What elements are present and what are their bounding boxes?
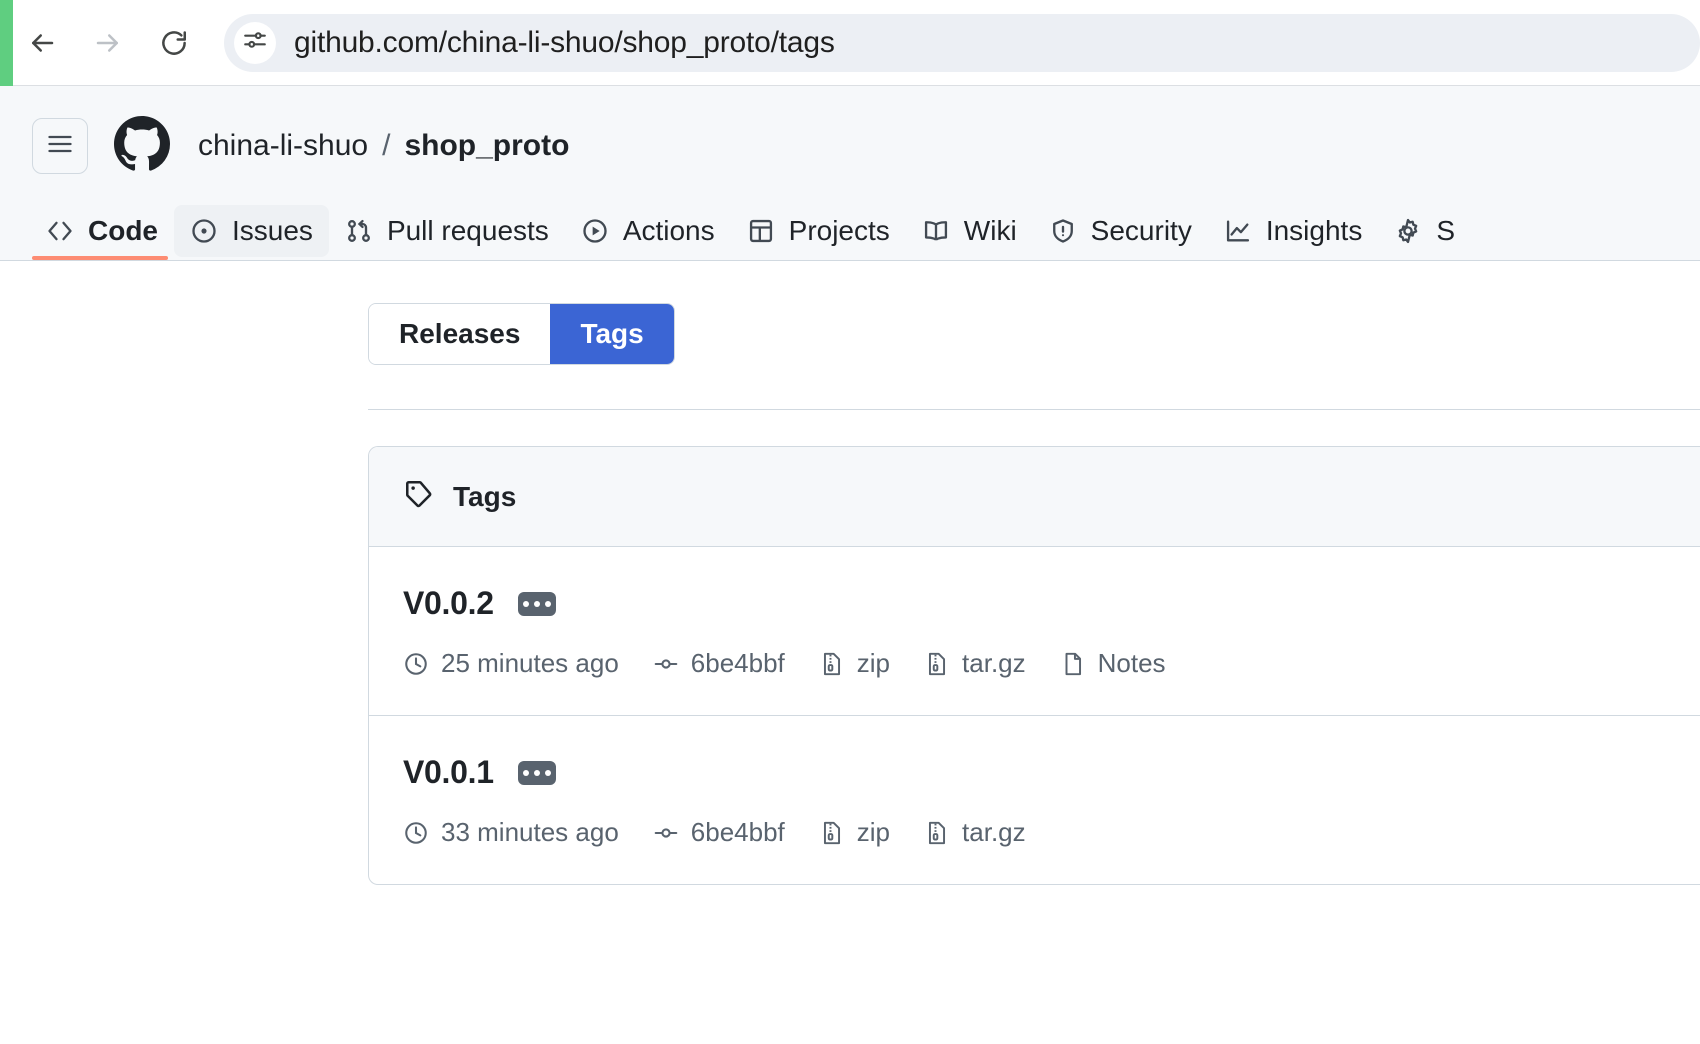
repository-title-row: china-li-shuo / shop_proto: [0, 114, 1700, 178]
repository-header: china-li-shuo / shop_proto Code Issues P…: [0, 86, 1700, 261]
url-text: github.com/china-li-shuo/shop_proto/tags: [294, 25, 835, 59]
tag-zip-label: zip: [856, 648, 891, 678]
tag-targz-download[interactable]: tar.gz: [924, 648, 1026, 679]
breadcrumb: china-li-shuo / shop_proto: [198, 129, 569, 163]
tags-panel-title: Tags: [453, 480, 517, 512]
tag-metadata: 33 minutes ago 6be4bbf zip tar.gz: [403, 817, 1666, 848]
tag-icon: [403, 478, 435, 515]
tag-title-line: V0.0.2: [403, 585, 1666, 622]
file-zip-icon: [819, 651, 845, 677]
github-page: china-li-shuo / shop_proto Code Issues P…: [0, 86, 1700, 885]
site-info-button[interactable]: [234, 21, 276, 64]
forward-button[interactable]: [82, 17, 134, 69]
tag-name[interactable]: V0.0.2: [403, 585, 494, 622]
hamburger-menu-icon: [46, 130, 74, 163]
gear-icon: [1394, 217, 1422, 245]
table-icon: [747, 217, 775, 245]
file-zip-icon: [924, 820, 950, 846]
issue-opened-icon: [190, 217, 218, 245]
arrow-left-icon: [27, 28, 57, 58]
commit-icon: [653, 651, 679, 677]
tab-pull-requests-label: Pull requests: [386, 215, 549, 246]
tags-panel: Tags V0.0.2 25 minutes ago 6be4bbf zip t…: [368, 446, 1700, 885]
section-divider: [368, 409, 1700, 410]
tag-commit-label: 6be4bbf: [690, 648, 785, 678]
tab-insights-label: Insights: [1265, 215, 1363, 246]
tag-zip-download[interactable]: zip: [819, 817, 890, 848]
tab-code-label: Code: [88, 215, 158, 246]
repository-nav: Code Issues Pull requests Actions Projec…: [0, 202, 1700, 260]
tag-title-line: V0.0.1: [403, 754, 1666, 791]
tab-projects[interactable]: Projects: [731, 205, 906, 257]
breadcrumb-separator: /: [382, 129, 391, 162]
table-row: V0.0.2 25 minutes ago 6be4bbf zip tar.gz…: [369, 547, 1700, 716]
tab-issues[interactable]: Issues: [174, 205, 329, 257]
tag-commit[interactable]: 6be4bbf: [653, 648, 785, 679]
tags-panel-header: Tags: [369, 447, 1700, 547]
kebab-horizontal-icon[interactable]: [517, 591, 556, 616]
releases-tags-toggle: Releases Tags: [368, 303, 675, 365]
address-bar[interactable]: github.com/china-li-shuo/shop_proto/tags: [224, 13, 1700, 72]
github-mark-icon[interactable]: [114, 115, 170, 177]
back-button[interactable]: [16, 17, 68, 69]
tab-security-label: Security: [1090, 215, 1192, 246]
tag-timestamp-label: 33 minutes ago: [441, 817, 619, 847]
tag-zip-download[interactable]: zip: [819, 648, 890, 679]
tab-wiki[interactable]: Wiki: [906, 205, 1033, 257]
tag-targz-label: tar.gz: [962, 648, 1026, 678]
tab-insights[interactable]: Insights: [1208, 205, 1379, 257]
tab-wiki-label: Wiki: [963, 215, 1017, 246]
global-navigation-button[interactable]: [32, 118, 88, 174]
book-icon: [922, 217, 950, 245]
active-tab-indicator: [32, 256, 168, 260]
clock-icon: [403, 820, 429, 846]
browser-chrome: github.com/china-li-shuo/shop_proto/tags: [0, 0, 1700, 86]
tab-code[interactable]: Code: [30, 205, 174, 257]
kebab-horizontal-icon[interactable]: [517, 760, 556, 785]
shield-icon: [1049, 217, 1077, 245]
arrow-right-icon: [93, 28, 123, 58]
recording-accent-strip: [0, 0, 13, 86]
play-icon: [581, 217, 609, 245]
graph-icon: [1224, 217, 1252, 245]
site-settings-icon: [242, 27, 268, 58]
tag-timestamp: 33 minutes ago: [403, 817, 619, 848]
tag-commit-label: 6be4bbf: [690, 817, 785, 847]
tag-targz-label: tar.gz: [962, 817, 1026, 847]
tab-security[interactable]: Security: [1033, 205, 1208, 257]
tab-issues-label: Issues: [232, 215, 313, 246]
tab-settings-label: S: [1436, 215, 1456, 246]
nav-divider: [0, 260, 1700, 261]
breadcrumb-repo[interactable]: shop_proto: [404, 129, 569, 163]
tag-notes-label: Notes: [1097, 648, 1166, 678]
tags-toggle-button[interactable]: Tags: [550, 304, 674, 364]
tag-commit[interactable]: 6be4bbf: [653, 817, 785, 848]
main-content: Releases Tags Tags V0.0.2 25 minutes ago…: [0, 261, 1700, 885]
tag-name[interactable]: V0.0.1: [403, 754, 494, 791]
tag-notes-link[interactable]: Notes: [1060, 648, 1166, 679]
tab-actions-label: Actions: [622, 215, 715, 246]
table-row: V0.0.1 33 minutes ago 6be4bbf zip tar.gz: [369, 716, 1700, 884]
file-zip-icon: [819, 820, 845, 846]
code-icon: [46, 217, 74, 245]
git-pull-request-icon: [345, 217, 373, 245]
tag-zip-label: zip: [856, 817, 891, 847]
tag-targz-download[interactable]: tar.gz: [924, 817, 1026, 848]
breadcrumb-owner[interactable]: china-li-shuo: [198, 129, 368, 163]
commit-icon: [653, 820, 679, 846]
tag-metadata: 25 minutes ago 6be4bbf zip tar.gz Notes: [403, 648, 1666, 679]
tab-projects-label: Projects: [788, 215, 890, 246]
reload-button[interactable]: [148, 17, 200, 69]
file-icon: [1060, 651, 1086, 677]
tab-settings[interactable]: S: [1378, 205, 1471, 257]
file-zip-icon: [924, 651, 950, 677]
tag-timestamp-label: 25 minutes ago: [441, 648, 619, 678]
tag-timestamp: 25 minutes ago: [403, 648, 619, 679]
tab-actions[interactable]: Actions: [565, 205, 731, 257]
releases-toggle-button[interactable]: Releases: [369, 304, 551, 364]
tab-pull-requests[interactable]: Pull requests: [329, 205, 565, 257]
reload-icon: [159, 28, 189, 58]
clock-icon: [403, 651, 429, 677]
